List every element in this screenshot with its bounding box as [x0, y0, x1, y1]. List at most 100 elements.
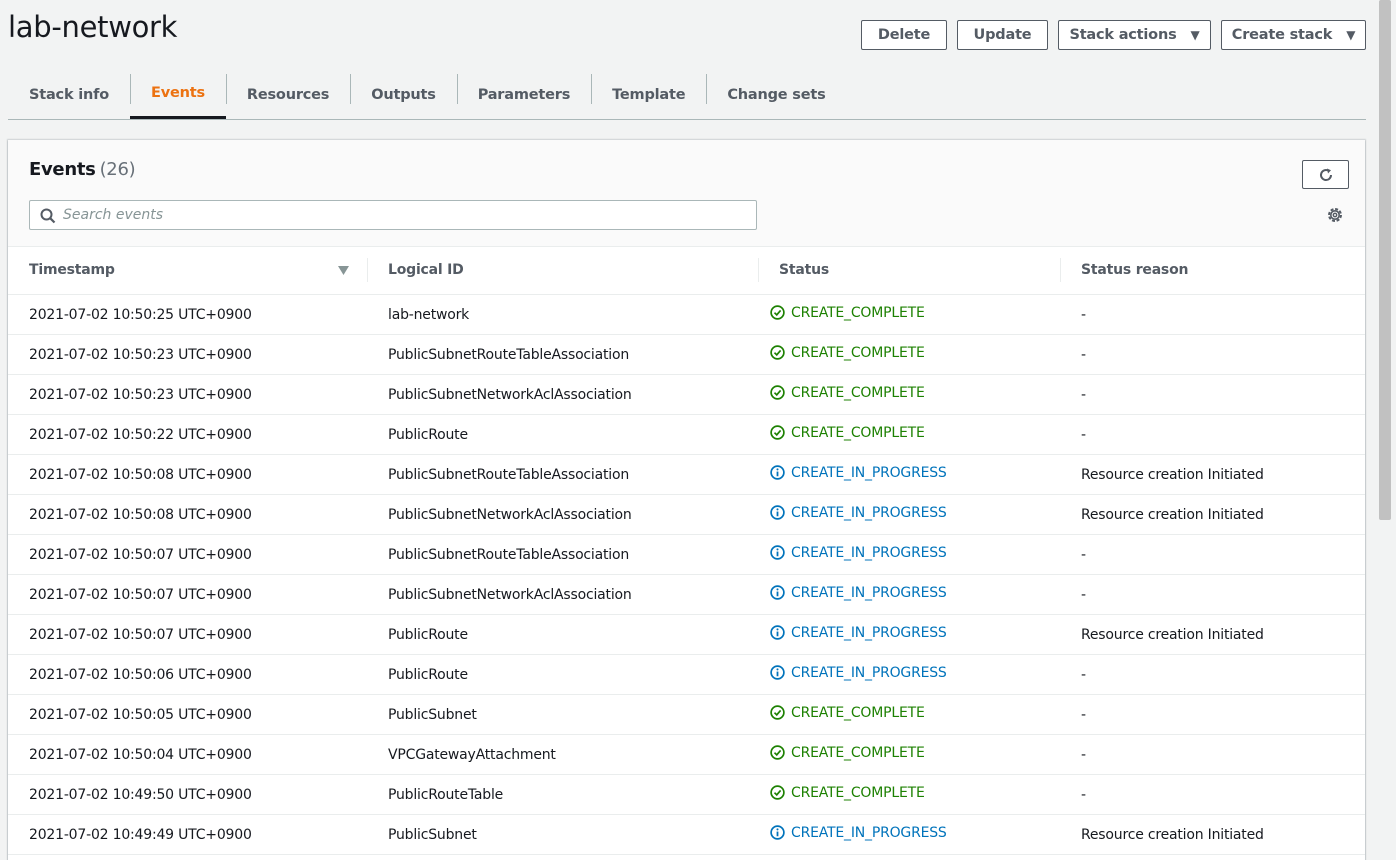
status-text: CREATE_COMPLETE [791, 304, 925, 321]
column-header-status[interactable]: Status [758, 246, 1060, 295]
check-circle-icon [770, 705, 785, 720]
cell-status-reason: Resource creation Initiated [1060, 494, 1365, 535]
info-circle-icon [770, 585, 785, 600]
cell-logical-id: PublicSubnetNetworkAclAssociation [367, 494, 758, 535]
cell-timestamp: 2021-07-02 10:50:25 UTC+0900 [8, 294, 367, 335]
cell-logical-id: PublicRoute [367, 614, 758, 655]
tab-events[interactable]: Events [130, 70, 226, 119]
logical-id-text: PublicRoute [388, 626, 468, 643]
status-indicator: CREATE_IN_PROGRESS [770, 505, 947, 521]
column-header-timestamp[interactable]: Timestamp [8, 246, 367, 295]
search-input[interactable] [63, 205, 743, 225]
cell-status-reason: - [1060, 414, 1365, 455]
search-box [29, 200, 757, 230]
tab-change-sets[interactable]: Change sets [706, 70, 846, 119]
cell-logical-id: PublicSubnet [367, 814, 758, 855]
logical-id-text: lab-network [388, 306, 470, 323]
cell-status-reason: - [1060, 334, 1365, 375]
status-indicator: CREATE_COMPLETE [770, 345, 925, 361]
refresh-button[interactable] [1302, 160, 1349, 189]
update-button[interactable]: Update [957, 20, 1048, 50]
delete-button[interactable]: Delete [861, 20, 947, 50]
table-row: 2021-07-02 10:50:07 UTC+0900 PublicRoute C… [8, 614, 1365, 655]
timestamp-text: 2021-07-02 10:50:07 UTC+0900 [29, 626, 252, 643]
search-icon [40, 208, 56, 224]
status-reason-text: - [1081, 426, 1086, 443]
table-row: 2021-07-02 10:50:25 UTC+0900 lab-network C… [8, 294, 1365, 335]
column-label: Logical ID [388, 262, 464, 278]
update-button-label: Update [973, 27, 1032, 43]
status-reason-text: - [1081, 666, 1086, 683]
info-circle-icon [770, 625, 785, 640]
logical-id-text: PublicRouteTable [388, 786, 504, 803]
status-reason-text: - [1081, 786, 1086, 803]
cell-status: CREATE_IN_PROGRESS [758, 454, 1060, 495]
events-heading: Events (26) [29, 159, 136, 180]
cell-status-reason: - [1060, 294, 1365, 335]
status-text: CREATE_IN_PROGRESS [791, 464, 947, 481]
column-label: Timestamp [29, 262, 115, 278]
cell-timestamp: 2021-07-02 10:50:08 UTC+0900 [8, 494, 367, 535]
cell-status: CREATE_COMPLETE [758, 294, 1060, 335]
tab-label: Template [612, 86, 686, 103]
events-title: Events [29, 159, 96, 180]
status-reason-text: - [1081, 546, 1086, 563]
cell-status-reason: - [1060, 574, 1365, 615]
check-circle-icon [770, 745, 785, 760]
cell-logical-id: PublicSubnet [367, 694, 758, 735]
cell-logical-id: PublicSubnetRouteTableAssociation [367, 334, 758, 375]
gear-icon[interactable] [1326, 206, 1344, 224]
cell-logical-id: PublicSubnetNetworkAclAssociation [367, 574, 758, 615]
cell-logical-id: PublicRouteTable [367, 774, 758, 815]
status-text: CREATE_IN_PROGRESS [791, 544, 947, 561]
timestamp-text: 2021-07-02 10:50:23 UTC+0900 [29, 346, 252, 363]
tab-label: Events [151, 85, 205, 101]
status-indicator: CREATE_COMPLETE [770, 385, 925, 401]
cell-timestamp: 2021-07-02 10:50:07 UTC+0900 [8, 614, 367, 655]
status-indicator: CREATE_IN_PROGRESS [770, 625, 947, 641]
logical-id-text: PublicSubnetRouteTableAssociation [388, 546, 630, 563]
column-header-logical-id[interactable]: Logical ID [367, 246, 758, 295]
tab-bar: Stack info Events Resources Outputs Paramete… [8, 70, 1366, 120]
status-text: CREATE_COMPLETE [791, 744, 925, 761]
table-row: 2021-07-02 10:50:23 UTC+0900 PublicSubnet… [8, 374, 1365, 415]
cell-status: CREATE_COMPLETE [758, 774, 1060, 815]
table-row: 2021-07-02 10:49:49 UTC+0900 PublicSubnet… [8, 814, 1365, 855]
status-text: CREATE_COMPLETE [791, 424, 925, 441]
logical-id-text: PublicSubnetRouteTableAssociation [388, 346, 630, 363]
cell-timestamp: 2021-07-02 10:50:04 UTC+0900 [8, 734, 367, 775]
scrollbar[interactable] [1379, 0, 1391, 520]
page-title: lab-network [8, 10, 178, 44]
tab-label: Resources [246, 86, 330, 103]
cell-status-reason: - [1060, 774, 1365, 815]
logical-id-text: PublicSubnetNetworkAclAssociation [388, 586, 632, 603]
cell-status: CREATE_COMPLETE [758, 334, 1060, 375]
timestamp-text: 2021-07-02 10:50:22 UTC+0900 [29, 426, 252, 443]
tab-parameters[interactable]: Parameters [456, 70, 591, 119]
status-text: CREATE_IN_PROGRESS [791, 664, 947, 681]
stack-actions-button[interactable]: Stack actions ▼ [1058, 20, 1211, 50]
status-indicator: CREATE_IN_PROGRESS [770, 545, 947, 561]
table-row: 2021-07-02 10:49:50 UTC+0900 PublicRouteT… [8, 774, 1365, 815]
status-reason-text: - [1081, 706, 1086, 723]
caret-down-icon: ▼ [1190, 28, 1200, 42]
check-circle-icon [770, 385, 785, 400]
timestamp-text: 2021-07-02 10:50:06 UTC+0900 [29, 666, 252, 683]
tab-template[interactable]: Template [591, 70, 706, 119]
status-indicator: CREATE_IN_PROGRESS [770, 465, 947, 481]
check-circle-icon [770, 425, 785, 440]
status-text: CREATE_COMPLETE [791, 784, 925, 801]
sort-down-icon[interactable] [338, 266, 349, 275]
column-header-status-reason[interactable]: Status reason [1060, 246, 1365, 295]
tab-outputs[interactable]: Outputs [350, 70, 456, 119]
status-text: CREATE_IN_PROGRESS [791, 504, 947, 521]
cell-timestamp: 2021-07-02 10:50:07 UTC+0900 [8, 574, 367, 615]
check-circle-icon [770, 785, 785, 800]
status-text: CREATE_COMPLETE [791, 384, 925, 401]
table-row: 2021-07-02 10:50:07 UTC+0900 PublicSubnet… [8, 534, 1365, 575]
table-row: 2021-07-02 10:50:05 UTC+0900 PublicSubnet… [8, 694, 1365, 735]
tab-resources[interactable]: Resources [225, 70, 350, 119]
create-stack-button[interactable]: Create stack ▼ [1221, 20, 1366, 50]
cell-status: CREATE_IN_PROGRESS [758, 654, 1060, 695]
tab-stack-info[interactable]: Stack info [8, 70, 130, 119]
